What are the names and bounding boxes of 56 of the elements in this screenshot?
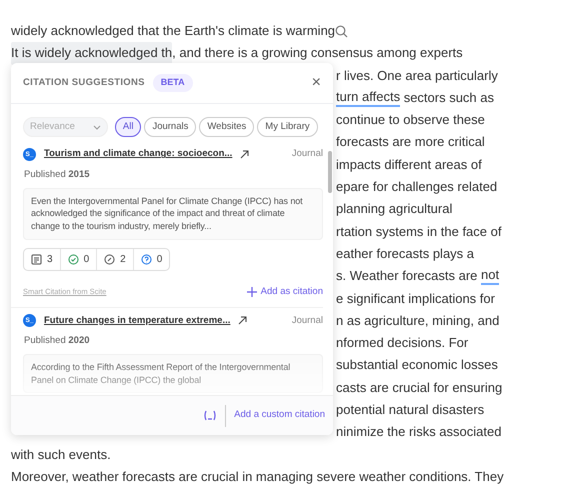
- beta-badge: BETA: [152, 74, 193, 92]
- brackets-icon[interactable]: [203, 410, 218, 421]
- published-year: Published 2020: [24, 334, 91, 348]
- text-line: with such events.: [11, 446, 111, 464]
- text-line: substantial economic losses: [336, 356, 498, 374]
- stat-count: 0: [84, 252, 90, 267]
- filter-chip[interactable]: Websites: [199, 117, 254, 138]
- highlighted-text: It is widely acknowledged th: [11, 42, 172, 65]
- underlined-text: not: [481, 267, 500, 286]
- external-link-icon[interactable]: [240, 150, 250, 159]
- stat-count: 3: [47, 252, 53, 267]
- popup-title: CITATION SUGGESTIONS: [23, 76, 145, 90]
- stat-count: 2: [120, 252, 126, 267]
- text-line: r lives. One area particularly: [336, 66, 498, 85]
- text-line: ninimize the risks associated: [336, 423, 502, 442]
- text-line: sectors such as: [402, 88, 494, 107]
- scrollbar: [328, 151, 332, 194]
- text-line: widely acknowledged that the Earth's climate is warming: [11, 22, 336, 40]
- text-line: , and there is a growing consensus among experts: [172, 44, 463, 62]
- filter-chip[interactable]: Journals: [144, 117, 196, 138]
- text-line: Moreover, weather forecasts are crucial in managing severe weather conditions. They: [11, 468, 504, 486]
- text-line: e significant implications for: [336, 290, 495, 308]
- text-line: casts are crucial for ensuring: [336, 378, 502, 397]
- add-citation-button[interactable]: Add as citation: [246, 284, 323, 299]
- close-button[interactable]: ×: [312, 75, 321, 91]
- underlined-text: turn affects: [336, 89, 400, 108]
- text-line: nformed decisions. For: [336, 334, 468, 352]
- text-line: eather forecasts plays a: [336, 244, 474, 263]
- slash-circle-icon: [104, 254, 116, 265]
- search-icon[interactable]: [335, 24, 348, 38]
- text-line: impacts different areas of: [336, 156, 482, 174]
- result-type: Journal: [292, 147, 323, 162]
- result-title-link[interactable]: Future changes in temperature extreme...: [44, 314, 230, 328]
- external-link-icon[interactable]: [238, 316, 248, 326]
- check-circle-icon: [68, 254, 79, 265]
- custom-citation-link[interactable]: Add a custom citation: [234, 408, 325, 423]
- text-line: continue to observe these: [336, 111, 485, 130]
- document-icon: [31, 254, 42, 265]
- text-line: forecasts are more critical: [336, 133, 485, 152]
- text-line: rtation systems in the face of: [336, 222, 502, 241]
- caret-icon: [92, 124, 101, 130]
- stat-count: 0: [156, 252, 162, 267]
- result-type: Journal: [292, 314, 323, 328]
- result-title-link[interactable]: Tourism and climate change: socioecon...: [44, 147, 232, 162]
- text-line: s. Weather forecasts are: [336, 267, 478, 286]
- text-line: potential natural disasters: [336, 401, 484, 420]
- filter-chip[interactable]: My Library: [257, 117, 318, 138]
- text-line: epare for challenges related: [336, 178, 498, 196]
- question-circle-icon: [140, 254, 152, 265]
- published-year: Published 2015: [24, 168, 91, 182]
- text-line: planning agricultural: [336, 200, 452, 218]
- plus-icon: [246, 286, 257, 297]
- result-abstract: Even the Intergovernmental Panel for Climate Change (IPCC) has not acknowledged the significance of the impact and threat of climate change to the tourism industry, merely briefly...: [23, 188, 323, 240]
- filter-chip[interactable]: All: [114, 117, 142, 138]
- text-line: n as agriculture, mining, and: [336, 312, 500, 330]
- result-abstract: According to the Fifth Assessment Report of the Intergovernmental Panel on Climate Change (IPCC) the global: [23, 354, 323, 394]
